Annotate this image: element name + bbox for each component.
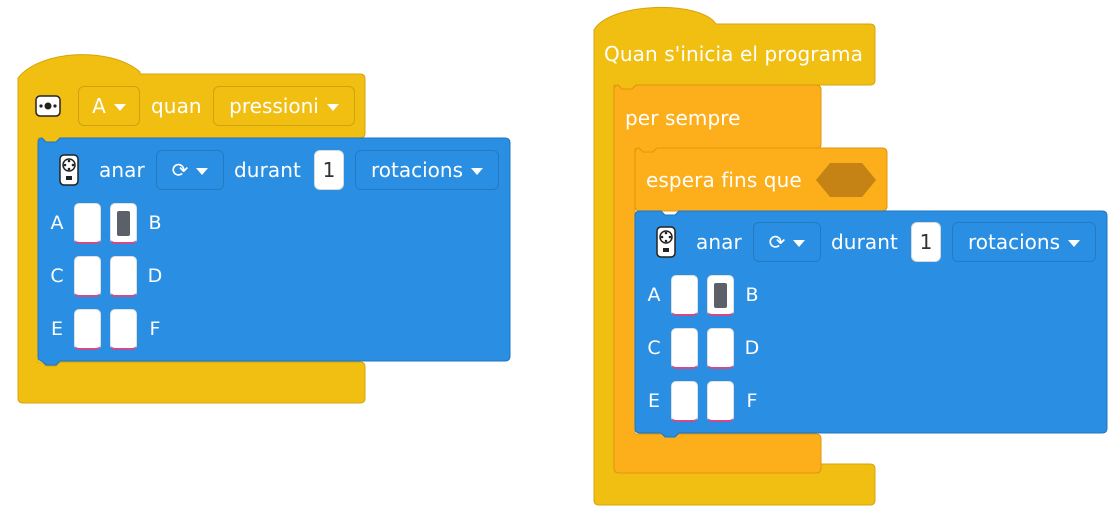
port-slot-e[interactable] [74, 309, 101, 350]
left-unit-value: rotacions [370, 158, 463, 182]
left-amount-input[interactable]: 1 [314, 150, 344, 190]
port-slot-b[interactable] [110, 203, 137, 244]
left-go-label: anar [99, 158, 145, 182]
port-slot-b[interactable] [707, 275, 734, 316]
port-label-d: D [147, 265, 163, 287]
action-select-dropdown[interactable]: pressioni [213, 86, 355, 126]
left-during-label: durant [234, 158, 301, 182]
remote-button-icon [35, 95, 61, 117]
chevron-down-icon [793, 239, 806, 247]
forever-block-label: per sempre [625, 106, 741, 130]
chevron-down-icon [113, 103, 126, 111]
port-slot-d[interactable] [707, 328, 734, 369]
port-slot-a[interactable] [74, 203, 101, 244]
port-label-f: F [746, 390, 758, 412]
hat-when-label: quan [151, 94, 202, 118]
chevron-down-icon [1068, 239, 1080, 247]
port-label-f: F [149, 318, 161, 340]
port-slot-f[interactable] [110, 309, 137, 350]
port-slot-b-selected [117, 210, 130, 236]
port-label-a: A [647, 284, 661, 306]
port-slot-c[interactable] [671, 328, 698, 369]
multi-motor-icon [59, 154, 79, 186]
right-go-label: anar [696, 230, 742, 254]
left-unit-dropdown[interactable]: rotacions [355, 150, 499, 190]
port-label-b: B [148, 212, 162, 234]
port-label-c: C [50, 265, 64, 287]
right-unit-value: rotacions [967, 230, 1060, 254]
port-label-e: E [50, 318, 63, 340]
port-slot-c[interactable] [74, 256, 101, 297]
port-label-c: C [647, 337, 661, 359]
port-slot-f[interactable] [707, 381, 734, 422]
block-canvas [17, 6, 1108, 506]
button-select-dropdown[interactable]: A [78, 86, 140, 126]
port-label-b: B [745, 284, 759, 306]
port-label-d: D [744, 337, 760, 359]
port-slot-e[interactable] [671, 381, 698, 422]
port-slot-b-selected [714, 282, 727, 308]
port-slot-a[interactable] [671, 275, 698, 316]
right-amount-input[interactable]: 1 [911, 222, 941, 262]
chevron-down-icon [471, 167, 483, 175]
multi-motor-icon [656, 226, 676, 258]
start-block-label: Quan s'inicia el programa [604, 42, 863, 66]
wait-block-label: espera fins que [646, 168, 802, 192]
chevron-down-icon [196, 167, 209, 175]
port-slot-d[interactable] [110, 256, 137, 297]
button-select-value: A [92, 94, 106, 118]
port-label-a: A [50, 212, 64, 234]
right-unit-dropdown[interactable]: rotacions [952, 222, 1096, 262]
chevron-down-icon [326, 103, 339, 111]
right-direction-dropdown[interactable]: ⟳ [753, 222, 821, 262]
clockwise-rotate-icon: ⟳ [171, 158, 189, 182]
left-direction-dropdown[interactable]: ⟳ [156, 150, 224, 190]
right-during-label: durant [831, 230, 898, 254]
action-select-value: pressioni [229, 94, 319, 118]
clockwise-rotate-icon: ⟳ [768, 230, 786, 254]
port-label-e: E [647, 390, 660, 412]
